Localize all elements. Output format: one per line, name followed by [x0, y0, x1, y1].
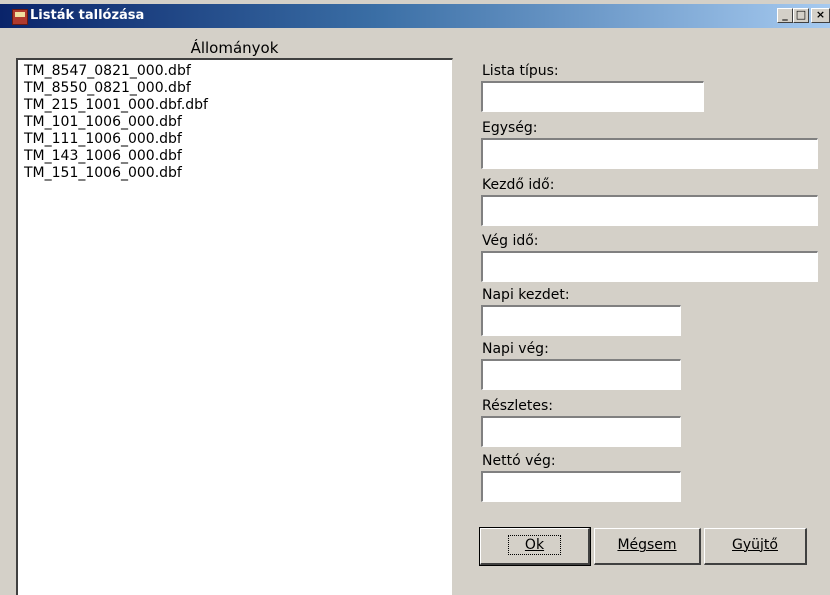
net-end-field[interactable]: [481, 471, 681, 502]
unit-label: Egység:: [482, 120, 538, 136]
app-icon[interactable]: [12, 9, 28, 25]
end-time-label: Vég idő:: [482, 233, 539, 249]
list-item[interactable]: TM_101_1006_000.dbf: [24, 114, 182, 131]
file-listbox[interactable]: TM_8547_0821_000.dbf TM_8550_0821_000.db…: [16, 58, 453, 595]
start-time-field[interactable]: [481, 195, 818, 226]
net-end-label: Nettó vég:: [482, 453, 556, 469]
daily-start-field[interactable]: [481, 305, 681, 336]
cancel-button-label: Mégsem: [617, 537, 677, 553]
daily-start-label: Napi kezdet:: [482, 287, 570, 303]
daily-end-label: Napi vég:: [482, 341, 549, 357]
list-item[interactable]: TM_8547_0821_000.dbf: [24, 63, 191, 80]
end-time-field[interactable]: [481, 251, 818, 282]
file-list-header: Állományok: [190, 39, 279, 57]
close-button[interactable]: ×: [811, 8, 830, 23]
browse-lists-window: Listák tallózása _ □ × Állományok TM_854…: [0, 0, 830, 595]
list-item[interactable]: TM_111_1006_000.dbf: [24, 131, 182, 148]
start-time-label: Kezdő idő:: [482, 177, 555, 193]
window-title: Listák tallózása: [30, 8, 145, 23]
detailed-field[interactable]: [481, 416, 681, 447]
collect-button[interactable]: Gyüjtő: [704, 528, 807, 565]
list-type-field[interactable]: [481, 81, 704, 112]
list-type-label: Lista típus:: [482, 63, 559, 79]
collect-button-label: Gyüjtő: [732, 537, 778, 553]
unit-field[interactable]: [481, 138, 818, 169]
ok-button[interactable]: Ok: [479, 527, 591, 566]
list-item[interactable]: TM_8550_0821_000.dbf: [24, 80, 191, 97]
ok-button-label: Ok: [507, 535, 562, 555]
maximize-button[interactable]: □: [793, 8, 809, 23]
detailed-label: Részletes:: [482, 398, 553, 414]
list-item[interactable]: TM_151_1006_000.dbf: [24, 165, 182, 182]
file-list-panel: Állományok TM_8547_0821_000.dbf TM_8550_…: [12, 34, 457, 595]
daily-end-field[interactable]: [481, 359, 681, 390]
list-item[interactable]: TM_215_1001_000.dbf.dbf: [24, 97, 208, 114]
cancel-button[interactable]: Mégsem: [594, 528, 701, 565]
minimize-button[interactable]: _: [777, 8, 793, 23]
title-bar[interactable]: Listák tallózása _ □ ×: [0, 4, 830, 28]
list-item[interactable]: TM_143_1006_000.dbf: [24, 148, 182, 165]
